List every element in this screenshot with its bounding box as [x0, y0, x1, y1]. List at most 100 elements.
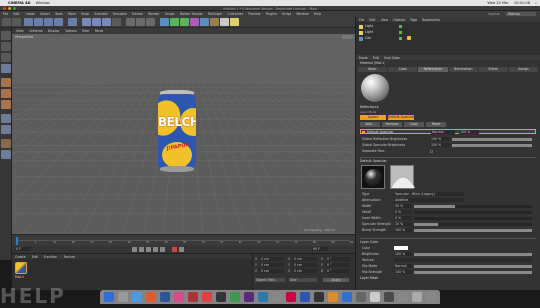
menu-item[interactable]: Edit — [13, 12, 19, 16]
indesign-icon[interactable] — [174, 292, 184, 302]
floor-icon[interactable] — [210, 18, 219, 26]
material-menu-item[interactable]: Create — [15, 255, 26, 259]
object-name[interactable]: Can — [365, 36, 371, 40]
object-row[interactable]: Can — [359, 36, 539, 41]
layer-row-mode[interactable]: Normal — [431, 130, 455, 134]
menu-item[interactable]: Help — [314, 12, 321, 16]
param-value[interactable]: 20 % — [394, 222, 412, 226]
firefox-icon[interactable] — [146, 292, 156, 302]
menu-item[interactable]: Create — [25, 12, 36, 16]
material-menu-item[interactable]: Texture — [63, 255, 75, 259]
go-to-end-icon[interactable] — [160, 247, 165, 252]
go-to-start-icon[interactable] — [132, 247, 137, 252]
coordinate-size-select[interactable]: Size — [289, 278, 317, 282]
material-menu-item[interactable]: Edit — [32, 255, 38, 259]
menu-item[interactable]: Select — [40, 12, 50, 16]
bend-icon[interactable] — [200, 18, 209, 26]
object-manager-menu-item[interactable]: Bookmarks — [422, 18, 440, 22]
finder-icon[interactable] — [104, 292, 114, 302]
object-manager-menu-item[interactable]: Tags — [410, 18, 417, 22]
downloads-icon[interactable] — [412, 292, 422, 302]
record-icon[interactable] — [172, 247, 177, 252]
viewport-menu-item[interactable]: Panel — [95, 29, 104, 33]
photoshop-icon[interactable] — [160, 292, 170, 302]
window-menu[interactable]: Window — [36, 1, 50, 5]
menu-item[interactable]: Render — [148, 12, 159, 16]
menu-item[interactable]: Sculpt — [165, 12, 175, 16]
scale-icon[interactable] — [44, 18, 53, 26]
app-icon[interactable] — [398, 292, 408, 302]
layer-color-slider[interactable] — [414, 271, 532, 274]
global-row-value[interactable]: 100 % — [430, 143, 450, 147]
rotate-icon[interactable] — [54, 18, 63, 26]
lock-workplane-icon[interactable] — [1, 150, 11, 159]
viewport-menu-item[interactable]: Cameras — [29, 29, 43, 33]
object-check-icon[interactable] — [399, 31, 402, 34]
menu-item[interactable]: Motion Tracker — [180, 12, 203, 16]
param-value[interactable]: Specular - Blinn (Legacy) — [394, 192, 464, 196]
model-mode-icon[interactable] — [1, 42, 11, 51]
menu-item[interactable]: Character — [227, 12, 243, 16]
object-manager-menu-item[interactable]: Edit — [369, 18, 375, 22]
layer-color-slider[interactable] — [414, 265, 532, 268]
launchpad-icon[interactable] — [118, 292, 128, 302]
app-icon[interactable] — [342, 292, 352, 302]
attribute-menu-item[interactable]: Edit — [373, 56, 379, 60]
menu-item[interactable]: Tools — [55, 12, 63, 16]
menu-item[interactable]: Snap — [81, 12, 89, 16]
layer-color-value[interactable]: 100 % — [394, 252, 412, 256]
texture-mode-icon[interactable] — [1, 53, 11, 62]
points-mode-icon[interactable] — [1, 78, 11, 87]
terminal-icon[interactable] — [314, 292, 324, 302]
layer-row-percent[interactable]: 100 % — [459, 130, 479, 134]
tweak-mode-icon[interactable] — [1, 125, 11, 134]
param-slider[interactable] — [414, 211, 532, 214]
layer-button[interactable]: Paste — [426, 122, 446, 127]
acrobat-icon[interactable] — [202, 292, 212, 302]
start-frame-field[interactable]: 0 F — [15, 247, 31, 251]
layer-button[interactable]: Remove — [382, 122, 402, 127]
coordinate-field[interactable]: 0 ° — [326, 269, 350, 273]
coordinate-field[interactable]: 0 ° — [326, 263, 350, 267]
param-value[interactable]: Additive — [394, 198, 464, 202]
cube-icon[interactable] — [160, 18, 169, 26]
layer-tab[interactable]: Default Specular — [388, 115, 414, 120]
param-value[interactable]: 0 % — [394, 216, 412, 220]
make-editable-icon[interactable] — [1, 31, 11, 40]
illustrator-icon[interactable] — [188, 292, 198, 302]
app-icon[interactable] — [356, 292, 366, 302]
viewport-menu-item[interactable]: Display — [48, 29, 60, 33]
coordinate-field[interactable]: 0 cm — [293, 263, 317, 267]
y-axis-icon[interactable] — [92, 18, 101, 26]
menu-item[interactable]: Simulate — [113, 12, 127, 16]
material-menu-item[interactable]: Function — [44, 255, 58, 259]
layout-select[interactable]: Startup — [506, 12, 536, 16]
array-icon[interactable] — [190, 18, 199, 26]
next-frame-icon[interactable] — [153, 247, 158, 252]
can-object[interactable]: BELCH J!PAPOP — [158, 90, 196, 172]
search-icon[interactable]: ⌕ — [535, 1, 537, 5]
coordinate-field[interactable]: 0 cm — [260, 257, 284, 261]
attribute-tab[interactable]: Assign — [508, 67, 539, 72]
subdivision-icon[interactable] — [180, 18, 189, 26]
excel-icon[interactable] — [230, 292, 240, 302]
end-frame-field[interactable]: 90 F — [312, 247, 328, 251]
menu-item[interactable]: Animate — [94, 12, 107, 16]
viewport-menu-item[interactable]: Filter — [82, 29, 90, 33]
material-name[interactable]: Mat.1 — [15, 275, 24, 279]
apply-button[interactable]: Apply — [323, 278, 349, 282]
coordinate-field[interactable]: 0 cm — [260, 269, 284, 273]
global-row-slider[interactable] — [452, 138, 532, 141]
trash-icon[interactable] — [426, 292, 436, 302]
edges-mode-icon[interactable] — [1, 89, 11, 98]
z-axis-icon[interactable] — [102, 18, 111, 26]
timeline[interactable]: 051015202530354045505560657075808590 — [12, 234, 355, 246]
pen-icon[interactable] — [170, 18, 179, 26]
object-check-icon[interactable] — [399, 25, 402, 28]
premiere-icon[interactable] — [244, 292, 254, 302]
coordinate-field[interactable]: 0 cm — [293, 257, 317, 261]
object-row[interactable]: Light — [359, 30, 539, 35]
viewport-menu-item[interactable]: Options — [65, 29, 77, 33]
render-settings-icon[interactable] — [146, 18, 155, 26]
undo-icon[interactable] — [2, 18, 11, 26]
